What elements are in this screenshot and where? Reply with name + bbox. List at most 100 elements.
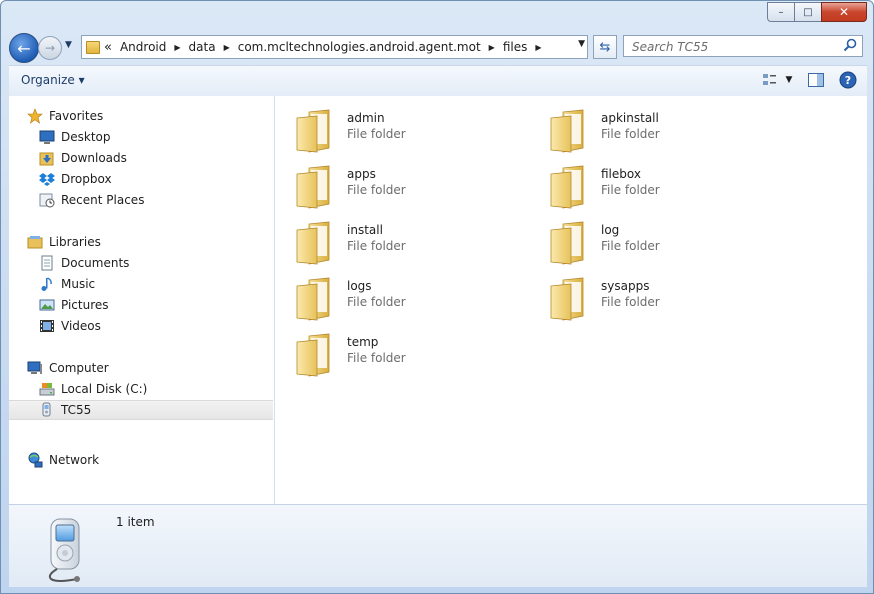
breadcrumb-item[interactable]: Android	[120, 40, 166, 54]
sidebar-item-videos[interactable]: Videos	[39, 316, 273, 336]
refresh-icon: ⇆	[599, 39, 611, 55]
help-icon: ?	[839, 71, 857, 89]
search-icon[interactable]	[843, 38, 857, 52]
caption-buttons: – □ ✕	[767, 2, 867, 22]
folder-type: File folder	[347, 127, 406, 141]
navigation-pane: Favorites Desktop Downloads Dropbox Rece…	[9, 96, 275, 504]
organize-button[interactable]: Organize ▾	[21, 73, 85, 87]
sidebar-item-music[interactable]: Music	[39, 274, 273, 294]
forward-arrow-icon: →	[44, 41, 56, 55]
folder-item-sysapps[interactable]: sysapps File folder	[549, 276, 789, 328]
recent-pages-dropdown[interactable]: ▼	[65, 40, 72, 50]
folder-icon	[86, 40, 100, 54]
sidebar-computer-label: Computer	[49, 361, 109, 375]
folder-item-install[interactable]: install File folder	[295, 220, 535, 272]
breadcrumb-item[interactable]: data	[189, 40, 216, 54]
sidebar-item-recent-places[interactable]: Recent Places	[39, 190, 273, 210]
folder-icon	[549, 220, 589, 265]
address-dropdown[interactable]: ▼	[578, 39, 585, 49]
folder-icon	[295, 108, 335, 153]
folder-item-apps[interactable]: apps File folder	[295, 164, 535, 216]
folder-type: File folder	[347, 351, 406, 365]
videos-icon	[40, 320, 54, 332]
folder-type: File folder	[347, 183, 406, 197]
folder-item-apkinstall[interactable]: apkinstall File folder	[549, 108, 789, 160]
breadcrumb-separator-button[interactable]: ▶	[224, 43, 230, 52]
svg-text:?: ?	[845, 74, 851, 87]
breadcrumb-item[interactable]: files	[503, 40, 528, 54]
sidebar-item-desktop[interactable]: Desktop	[39, 127, 273, 147]
item-count: 1 item	[116, 515, 155, 529]
sidebar-item-label: Pictures	[61, 298, 109, 312]
folder-icon	[295, 276, 335, 321]
breadcrumb-separator-button[interactable]: ▶	[489, 43, 495, 52]
folder-item-log[interactable]: log File folder	[549, 220, 789, 272]
address-bar[interactable]: « Android ▶ data ▶ com.mcltechnologies.andro…	[81, 35, 588, 59]
back-button[interactable]: ←	[9, 33, 39, 63]
view-options-icon	[762, 74, 776, 85]
downloads-icon	[39, 152, 54, 166]
file-list: admin File folder apkinstall File folder app…	[275, 96, 867, 504]
sidebar-network[interactable]: Network	[27, 450, 273, 470]
portable-device-icon	[42, 402, 51, 417]
libraries-icon	[27, 236, 43, 249]
sidebar-network-label: Network	[49, 453, 100, 467]
sidebar-item-local-disk[interactable]: Local Disk (C:)	[39, 379, 273, 399]
folder-item-admin[interactable]: admin File folder	[295, 108, 535, 160]
folder-name: install	[347, 223, 383, 237]
folder-name: logs	[347, 279, 372, 293]
folder-name: filebox	[601, 167, 641, 181]
close-button[interactable]: ✕	[821, 2, 867, 22]
sidebar-libraries-label: Libraries	[49, 235, 101, 249]
sidebar-item-label: Desktop	[61, 130, 111, 144]
sidebar-item-documents[interactable]: Documents	[39, 253, 273, 273]
preview-pane-button[interactable]	[807, 71, 825, 89]
sidebar-item-label: Documents	[61, 256, 130, 270]
sidebar-item-tc55[interactable]: TC55	[9, 400, 273, 420]
search-box	[623, 35, 863, 57]
sidebar-computer[interactable]: Computer	[27, 358, 273, 378]
sidebar-favorites[interactable]: Favorites	[27, 106, 273, 126]
forward-button[interactable]: →	[38, 36, 62, 60]
folder-item-filebox[interactable]: filebox File folder	[549, 164, 789, 216]
refresh-button[interactable]: ⇆	[593, 35, 617, 59]
back-arrow-icon: ←	[17, 38, 31, 58]
folder-item-logs[interactable]: logs File folder	[295, 276, 535, 328]
sidebar-item-label: Recent Places	[61, 193, 145, 207]
computer-icon	[27, 361, 42, 374]
help-button[interactable]: ?	[839, 71, 857, 89]
folder-icon	[549, 276, 589, 321]
chevron-down-icon: ▼	[65, 40, 72, 50]
sidebar-item-downloads[interactable]: Downloads	[39, 148, 273, 168]
sidebar-item-label: Videos	[61, 319, 101, 333]
sidebar-item-pictures[interactable]: Pictures	[39, 295, 273, 315]
breadcrumb-overflow[interactable]: «	[104, 40, 112, 55]
chevron-down-icon: ▼	[785, 75, 793, 85]
dropbox-icon	[39, 173, 55, 186]
folder-name: sysapps	[601, 279, 650, 293]
portable-device-large-icon	[48, 518, 80, 582]
breadcrumb-separator-button[interactable]: ▶	[535, 43, 541, 52]
folder-icon	[295, 332, 335, 377]
breadcrumb-item[interactable]: com.mcltechnologies.android.agent.mot	[238, 40, 481, 54]
change-view-button[interactable]: ▼	[761, 71, 793, 89]
folder-item-temp[interactable]: temp File folder	[295, 332, 535, 384]
sidebar-libraries[interactable]: Libraries	[27, 232, 273, 252]
maximize-button[interactable]: □	[794, 2, 821, 22]
sidebar-item-dropbox[interactable]: Dropbox	[39, 169, 273, 189]
folder-name: log	[601, 223, 620, 237]
folder-type: File folder	[601, 127, 660, 141]
folder-type: File folder	[601, 183, 660, 197]
sidebar-item-label: Dropbox	[61, 172, 112, 186]
search-input[interactable]	[630, 37, 844, 57]
sidebar-favorites-label: Favorites	[49, 109, 104, 123]
command-bar: Organize ▾ ▼ ?	[9, 65, 867, 97]
folder-type: File folder	[347, 295, 406, 309]
folder-type: File folder	[601, 239, 660, 253]
breadcrumb-separator-button[interactable]: ▶	[174, 43, 180, 52]
folder-type: File folder	[347, 239, 406, 253]
pictures-icon	[39, 299, 55, 311]
sidebar-item-label: Music	[61, 277, 96, 291]
minimize-button[interactable]: –	[767, 2, 794, 22]
details-pane: 1 item	[9, 504, 867, 587]
